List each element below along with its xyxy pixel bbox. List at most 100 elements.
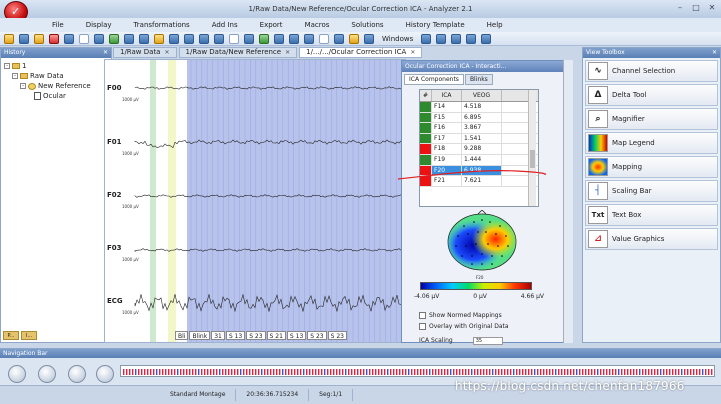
- checkbox[interactable]: [419, 323, 426, 330]
- close-icon[interactable]: ✕: [164, 48, 169, 57]
- next-page-icon[interactable]: [68, 365, 86, 383]
- down-arrow-icon[interactable]: [169, 33, 179, 44]
- first-page-icon[interactable]: [8, 365, 26, 383]
- stop-icon[interactable]: [49, 33, 59, 44]
- status-marker[interactable]: [420, 112, 432, 123]
- menu-display[interactable]: Display: [78, 21, 120, 29]
- tab-new-reference[interactable]: 1/Raw Data/New Reference ✕: [178, 47, 298, 58]
- marker[interactable]: S 13: [225, 331, 246, 340]
- tree-item-new-reference[interactable]: - New Reference: [4, 81, 108, 91]
- previous-page-icon[interactable]: [38, 365, 56, 383]
- ica-scaling-select[interactable]: 35: [472, 337, 503, 345]
- maximize-icon[interactable]: □: [691, 3, 701, 12]
- scaling-bar-button[interactable]: ┤ Scaling Bar: [585, 180, 718, 202]
- show-normed-mappings-checkbox[interactable]: Show Normed Mappings: [419, 312, 502, 319]
- marker[interactable]: S 13: [286, 331, 307, 340]
- marker[interactable]: 31: [211, 331, 225, 340]
- collapse-icon[interactable]: -: [20, 83, 26, 89]
- close-icon[interactable]: ✕: [410, 48, 415, 57]
- tab-raw-data[interactable]: 1/Raw Data ✕: [113, 47, 177, 58]
- text-box-button[interactable]: Txt Text Box: [585, 204, 718, 226]
- status-marker[interactable]: [420, 123, 432, 133]
- marker-blink[interactable]: Blink: [189, 331, 211, 340]
- menu-macros[interactable]: Macros: [297, 21, 338, 29]
- windows-label[interactable]: Windows: [379, 35, 416, 43]
- delta-tool-button[interactable]: Δ Delta Tool: [585, 84, 718, 106]
- tree-item-1[interactable]: - 1: [4, 61, 108, 71]
- status-marker[interactable]: [420, 133, 432, 144]
- table-row[interactable]: F15 6.895: [420, 112, 538, 124]
- channel-selection-button[interactable]: ∿ Channel Selection: [585, 60, 718, 82]
- menu-add-ins[interactable]: Add Ins: [204, 21, 246, 29]
- ica-dialog[interactable]: Ocular Correction ICA - Interacti... ✕ I…: [401, 60, 571, 345]
- menu-file[interactable]: File: [44, 21, 72, 29]
- overlay-original-checkbox[interactable]: Overlay with Original Data: [419, 323, 509, 330]
- marker-icon[interactable]: [154, 33, 164, 44]
- tree-item-raw-data[interactable]: - Raw Data: [4, 71, 108, 81]
- save-icon[interactable]: [19, 33, 29, 44]
- close-all-icon[interactable]: [481, 33, 492, 44]
- tab-info[interactable]: I...: [21, 331, 37, 340]
- table-scrollbar[interactable]: [528, 90, 536, 206]
- display-icon[interactable]: [244, 33, 254, 44]
- tab-primary[interactable]: P...: [3, 331, 19, 340]
- zoom-out-icon[interactable]: [64, 33, 74, 44]
- ica-components-table[interactable]: # ICA VEOG F14 4.518 F15 6.895 F16 3.867 F17 1.…: [419, 89, 539, 207]
- main-vertical-scrollbar[interactable]: [563, 60, 573, 343]
- menu-help[interactable]: Help: [479, 21, 511, 29]
- page-icon[interactable]: [79, 33, 89, 44]
- transform-icon[interactable]: [259, 33, 269, 44]
- montage-icon[interactable]: [109, 33, 119, 44]
- tile-vertical-icon[interactable]: [436, 33, 447, 44]
- filter-icon[interactable]: [274, 33, 284, 44]
- close-icon[interactable]: ✕: [103, 48, 108, 58]
- menu-history-template[interactable]: History Template: [398, 21, 473, 29]
- grid-icon[interactable]: [124, 33, 134, 44]
- status-marker[interactable]: [420, 102, 432, 112]
- minimize-icon[interactable]: –: [675, 3, 685, 12]
- menu-export[interactable]: Export: [252, 21, 291, 29]
- table-row[interactable]: F18 9.288: [420, 144, 538, 155]
- marker[interactable]: S 23: [307, 331, 327, 340]
- status-marker[interactable]: [420, 154, 432, 165]
- tab-ica-components[interactable]: ICA Components: [404, 74, 464, 85]
- macro-icon[interactable]: [334, 33, 344, 44]
- value-graphics-button[interactable]: ⊿ Value Graphics: [585, 228, 718, 250]
- checkbox[interactable]: [419, 312, 426, 319]
- magnifier-button[interactable]: ⌕ Magnifier: [585, 108, 718, 130]
- collapse-icon[interactable]: -: [4, 63, 10, 69]
- table-row[interactable]: F16 3.867: [420, 123, 538, 134]
- help-icon[interactable]: [364, 33, 374, 44]
- navigation-track[interactable]: [120, 365, 715, 377]
- right-arrow-icon[interactable]: [214, 33, 224, 44]
- table-row[interactable]: F17 1.541: [420, 133, 538, 145]
- tree-item-ocular[interactable]: Ocular: [4, 91, 108, 101]
- close-icon[interactable]: ✕: [712, 48, 717, 58]
- left-arrow-icon[interactable]: [199, 33, 209, 44]
- folder-icon[interactable]: [34, 33, 44, 44]
- open-icon[interactable]: [4, 33, 14, 44]
- collapse-icon[interactable]: -: [12, 73, 18, 79]
- menu-solutions[interactable]: Solutions: [343, 21, 391, 29]
- status-marker[interactable]: [420, 144, 432, 154]
- last-page-icon[interactable]: [96, 365, 114, 383]
- tile-horizontal-icon[interactable]: [421, 33, 432, 44]
- tab-ocular-correction[interactable]: 1/.../.../Ocular Correction ICA ✕: [299, 47, 423, 58]
- average-icon[interactable]: [304, 33, 314, 44]
- cascade-icon[interactable]: [451, 33, 462, 44]
- ica-dialog-title-bar[interactable]: Ocular Correction ICA - Interacti... ✕: [402, 61, 570, 72]
- menu-transformations[interactable]: Transformations: [126, 21, 198, 29]
- print-icon[interactable]: [229, 33, 239, 44]
- table-row[interactable]: F14 4.518: [420, 102, 538, 113]
- table-row[interactable]: F19 1.444: [420, 154, 538, 166]
- marker-prefix[interactable]: Bli: [175, 331, 189, 340]
- mapping-button[interactable]: Mapping: [585, 156, 718, 178]
- marker[interactable]: S 21: [266, 331, 286, 340]
- close-icon[interactable]: ✕: [707, 3, 717, 12]
- arrange-icon[interactable]: [466, 33, 477, 44]
- map-legend-button[interactable]: Map Legend: [585, 132, 718, 154]
- marker[interactable]: S 23: [327, 331, 347, 340]
- eeg-signal-view[interactable]: F00 1000 µV F01 1000 µV F02 1000 µV F03 …: [104, 59, 406, 343]
- segment-icon[interactable]: [289, 33, 299, 44]
- marker[interactable]: S 23: [246, 331, 266, 340]
